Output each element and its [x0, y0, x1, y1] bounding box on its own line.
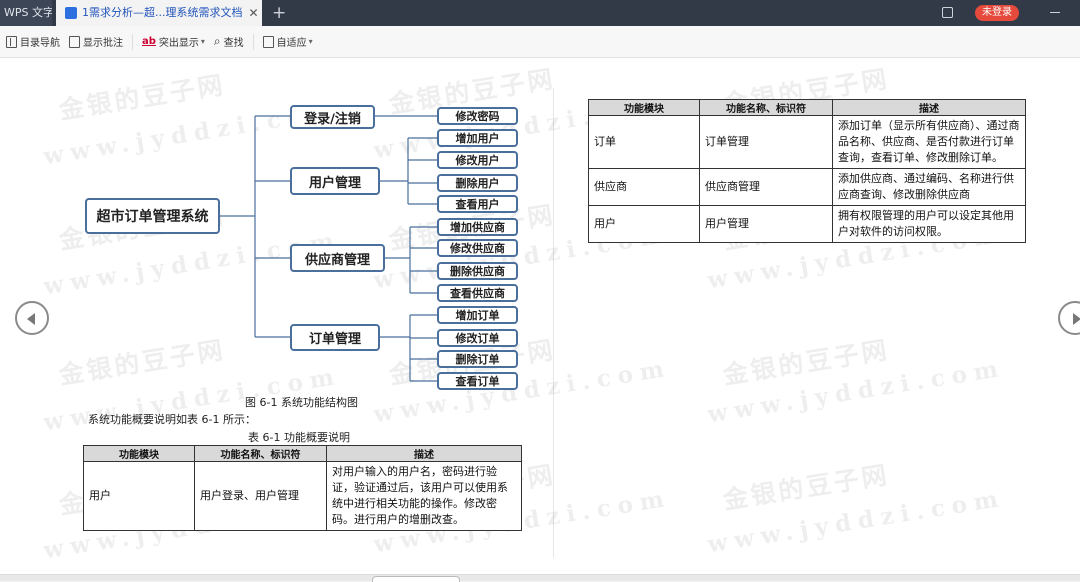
fit-page-label: 自适应	[276, 38, 307, 49]
new-tab-button[interactable]: +	[272, 3, 286, 23]
previous-page-button[interactable]	[15, 301, 49, 335]
diagram-node-edit-order: 修改订单	[437, 329, 518, 347]
watermark-en: www.jyddzi.com	[705, 354, 1007, 429]
table-header-cell: 描述	[326, 445, 522, 462]
fit-page-icon	[262, 35, 274, 48]
fit-page-button[interactable]: 自适应 ▾	[262, 34, 313, 49]
diagram-node-view-supplier: 查看供应商	[437, 284, 518, 302]
diagram-node-delete-supplier: 删除供应商	[437, 262, 518, 280]
table-cell: 用户	[83, 461, 195, 531]
table-row: 用户 用户管理 拥有权限管理的用户可以设定其他用户对软件的访问权限。	[588, 205, 1026, 243]
diagram-node-edit-supplier: 修改供应商	[437, 239, 518, 257]
window-layout-icon[interactable]	[942, 7, 953, 18]
watermark-cn: 金银的豆子网	[721, 460, 892, 515]
table-caption: 表 6-1 功能概要说明	[248, 431, 350, 444]
watermark-en: www.jyddzi.com	[705, 484, 1007, 559]
document-tab-title: 1需求分析—超...理系统需求文档	[82, 6, 243, 19]
chevron-down-icon: ▾	[308, 37, 313, 46]
function-summary-table-continued: 功能模块 功能名称、标识符 描述 订单 订单管理 添加订单（显示所有供应商）、通…	[588, 99, 1026, 243]
diagram-node-order-mgmt: 订单管理	[290, 324, 380, 351]
table-cell: 用户管理	[699, 205, 833, 243]
app-tab[interactable]: WPS 文字	[0, 0, 52, 26]
table-row: 供应商 供应商管理 添加供应商、通过编码、名称进行供应商查询、修改删除供应商	[588, 168, 1026, 206]
diagram-node-change-password: 修改密码	[437, 107, 518, 125]
table-cell: 用户登录、用户管理	[194, 461, 327, 531]
nav-pane-icon	[6, 35, 17, 48]
table-cell: 添加订单（显示所有供应商）、通过商品名称、供应商、是否付款进行订单查询，查看订单…	[832, 115, 1026, 169]
diagram-node-edit-user: 修改用户	[437, 151, 518, 169]
table-row: 用户 用户登录、用户管理 对用户输入的用户名，密码进行验证，验证通过后，该用户可…	[83, 461, 522, 531]
table-cell: 拥有权限管理的用户可以设定其他用户对软件的访问权限。	[832, 205, 1026, 243]
diagram-node-supplier-mgmt: 供应商管理	[290, 244, 385, 272]
close-icon[interactable]: ✕	[249, 0, 259, 26]
highlight-button[interactable]: ab 突出显示 ▾	[142, 34, 205, 49]
table-header-cell: 描述	[832, 99, 1026, 116]
toc-nav-button[interactable]: 目录导航	[6, 34, 60, 49]
login-status-button[interactable]: 未登录	[975, 5, 1019, 21]
diagram-node-view-order: 查看订单	[437, 372, 518, 390]
diagram-node-login: 登录/注销	[290, 105, 375, 129]
toolbar-divider	[252, 33, 254, 50]
highlight-label: 突出显示	[158, 38, 199, 49]
watermark-cn: 金银的豆子网	[721, 335, 892, 390]
table-cell: 用户	[588, 205, 700, 243]
table-header-cell: 功能名称、标识符	[194, 445, 327, 462]
toc-nav-label: 目录导航	[20, 38, 60, 49]
table-cell: 对用户输入的用户名，密码进行验证，验证通过后，该用户可以使用系统中进行相关功能的…	[326, 461, 522, 531]
title-bar: WPS 文字 1需求分析—超...理系统需求文档 ✕ + 未登录	[0, 0, 1080, 26]
document-tab[interactable]: 1需求分析—超...理系统需求文档 ✕	[56, 0, 262, 26]
diagram-node-add-order: 增加订单	[437, 306, 518, 324]
table-cell: 添加供应商、通过编码、名称进行供应商查询、修改删除供应商	[832, 168, 1026, 206]
table-header-row: 功能模块 功能名称、标识符 描述	[83, 445, 522, 462]
show-comments-label: 显示批注	[83, 38, 123, 49]
function-summary-table: 功能模块 功能名称、标识符 描述 用户 用户登录、用户管理 对用户输入的用户名，…	[83, 445, 522, 531]
document-icon	[65, 7, 77, 19]
diagram-node-view-user: 查看用户	[437, 195, 518, 213]
next-page-button[interactable]	[1058, 301, 1080, 335]
diagram-node-add-user: 增加用户	[437, 129, 518, 147]
show-comments-button[interactable]: 显示批注	[69, 34, 123, 49]
toolbar-divider	[132, 33, 133, 50]
table-row: 订单 订单管理 添加订单（显示所有供应商）、通过商品名称、供应商、是否付款进行订…	[588, 115, 1026, 169]
chevron-down-icon: ▾	[200, 37, 205, 46]
table-cell: 供应商	[588, 168, 700, 206]
intro-paragraph: 系统功能概要说明如表 6-1 所示：	[88, 413, 256, 426]
diagram-node-delete-order: 删除订单	[437, 350, 518, 368]
page-indicator-tab[interactable]	[372, 576, 460, 582]
search-icon: ⌕	[213, 34, 221, 48]
table-cell: 订单	[588, 115, 700, 169]
highlight-icon: ab	[142, 36, 156, 47]
diagram-node-root: 超市订单管理系统	[85, 198, 220, 234]
document-view[interactable]: 金银的豆子网 金银的豆子网 金银的豆子网 www.jyddzi.com www.…	[0, 58, 1080, 574]
table-header-cell: 功能模块	[588, 99, 700, 116]
status-bar	[0, 574, 1080, 582]
table-header-cell: 功能名称、标识符	[699, 99, 833, 116]
table-header-cell: 功能模块	[83, 445, 195, 462]
diagram-node-add-supplier: 增加供应商	[437, 218, 518, 236]
comment-icon	[69, 35, 80, 48]
table-cell: 供应商管理	[699, 168, 833, 206]
figure-caption: 图 6-1 系统功能结构图	[245, 396, 358, 409]
table-header-row: 功能模块 功能名称、标识符 描述	[588, 99, 1026, 116]
find-label: 查找	[223, 38, 244, 49]
diagram-node-delete-user: 删除用户	[437, 174, 518, 192]
table-cell: 订单管理	[699, 115, 833, 169]
find-button[interactable]: ⌕ 查找	[214, 34, 244, 49]
diagram-node-user-mgmt: 用户管理	[290, 167, 380, 195]
minimize-icon[interactable]	[1050, 12, 1060, 13]
reader-toolbar: 目录导航 显示批注 ab 突出显示 ▾ ⌕ 查找 自适应 ▾	[0, 26, 1080, 58]
